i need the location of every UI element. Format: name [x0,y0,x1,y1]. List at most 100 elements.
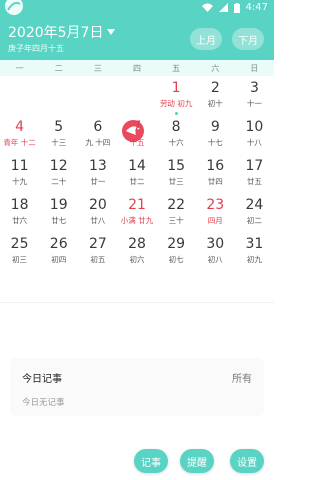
calendar-day[interactable]: 1 劳动 初九 [157,78,196,117]
day-number: 18 [10,197,29,213]
lunar-label: 十九 [12,177,28,186]
status-bar: 4:47 [0,0,274,18]
weekday-label: 二 [54,63,63,73]
divider [0,302,274,303]
lunar-label: 初九 [246,255,262,264]
lunar-label: 十六 [168,138,184,147]
weekday-label: 四 [132,63,141,73]
day-number: 5 [54,119,64,135]
lunar-label: 初三 [12,255,28,264]
lunar-label: 二十 [51,177,67,186]
lunar-label: 廿四 [207,177,223,186]
calendar-day[interactable]: 7 十五 [117,117,156,156]
calendar-day[interactable]: 27 初五 [78,234,117,273]
day-number: 1 [171,80,181,96]
calendar-day[interactable]: 30 初八 [196,234,235,273]
day-number: 13 [88,158,107,174]
day-number: 25 [10,236,29,252]
calendar-day[interactable]: 20 廿八 [78,195,117,234]
day-number: 30 [206,236,225,252]
calendar-empty-cell [117,78,156,117]
calendar-day[interactable]: 3 十一 [235,78,274,117]
calendar-day[interactable]: 13 廿一 [78,156,117,195]
day-number: 24 [245,197,264,213]
calendar-day[interactable]: 25 初三 [0,234,39,273]
lunar-label: 十七 [207,138,223,147]
day-number: 27 [88,236,107,252]
event-dot [174,112,178,115]
status-time: 4:47 [245,2,268,13]
lunar-label: 廿七 [51,216,67,225]
lunar-label: 廿八 [90,216,106,225]
next-month-button[interactable]: 下月 [232,28,264,50]
lunar-label: 九 十四 [85,138,111,147]
calendar-empty-cell [78,78,117,117]
calendar-day[interactable]: 5 十三 [39,117,78,156]
calendar-day[interactable]: 11 十九 [0,156,39,195]
calendar-empty-cell [39,78,78,117]
day-number: 9 [210,119,220,135]
app-header: 4:47 2020年5月7日 庚子年四月十五 上月 下月 [0,0,274,60]
lunar-label: 初六 [129,255,145,264]
day-number: 12 [49,158,68,174]
lunar-label: 初二 [246,216,262,225]
weekday-label: 五 [172,63,181,73]
date-title-dropdown[interactable]: 2020年5月7日 [8,22,116,42]
note-button[interactable]: 记事 [134,449,168,473]
calendar-day[interactable]: 16 廿四 [196,156,235,195]
calendar-day[interactable]: 2 初十 [196,78,235,117]
remind-button[interactable]: 提醒 [180,449,214,473]
lunar-label: 廿五 [246,177,262,186]
day-number: 28 [128,236,146,252]
caret-down-icon [107,29,116,35]
calendar-day[interactable]: 19 廿七 [39,195,78,234]
calendar-day[interactable]: 24 初二 [235,195,274,234]
lunar-label: 初十 [207,99,223,108]
wifi-icon [201,3,213,12]
lunar-label: 初七 [168,255,184,264]
calendar-day[interactable]: 28 初六 [117,234,156,273]
calendar-day[interactable]: 12 二十 [39,156,78,195]
lunar-label: 初八 [207,255,223,264]
day-number: 20 [88,197,107,213]
day-number: 23 [206,197,225,213]
calendar-day[interactable]: 29 初七 [157,234,196,273]
calendar-day[interactable]: 22 三十 [157,195,196,234]
calendar-day[interactable]: 17 廿五 [235,156,274,195]
calendar-day[interactable]: 23 四月 [196,195,235,234]
calendar-day[interactable]: 31 初九 [235,234,274,273]
prev-month-button[interactable]: 上月 [190,28,222,50]
lunar-label: 三十 [168,216,184,225]
signal-icon [218,3,228,12]
lunar-label: 小满 廿九 [120,216,154,225]
day-number: 8 [171,119,181,135]
lunar-date-subtitle: 庚子年四月十五 [8,44,64,53]
settings-button[interactable]: 设置 [230,449,264,473]
calendar-day[interactable]: 15 廿三 [157,156,196,195]
calendar-day[interactable]: 21 小满 廿九 [117,195,156,234]
day-number: 31 [245,236,264,252]
day-number: 16 [206,158,225,174]
calendar-day[interactable]: 26 初四 [39,234,78,273]
calendar-day[interactable]: 6 九 十四 [78,117,117,156]
events-all-link[interactable]: 所有 [232,370,252,385]
calendar-day[interactable]: 10 十八 [235,117,274,156]
weekday-label: 一 [15,63,24,73]
lunar-label: 十一 [246,99,262,108]
calendar-empty-cell [0,78,39,117]
calendar-day[interactable]: 9 十七 [196,117,235,156]
calendar-day[interactable]: 18 廿六 [0,195,39,234]
calendar-day[interactable]: 8 十六 [157,117,196,156]
calendar-day[interactable]: 14 廿二 [117,156,156,195]
day-number: 14 [128,158,146,174]
lunar-label: 廿六 [12,216,28,225]
weekday-label: 日 [250,63,259,73]
weekday-label: 三 [93,63,102,73]
events-card[interactable]: 今日记事 所有 今日无记事 [10,358,264,416]
day-number: 26 [49,236,68,252]
lunar-label: 青年 十二 [3,138,36,147]
lunar-label: 四月 [207,216,223,225]
calendar-day[interactable]: 4 青年 十二 [0,117,39,156]
day-number: 17 [245,158,264,174]
battery-icon [233,2,240,13]
